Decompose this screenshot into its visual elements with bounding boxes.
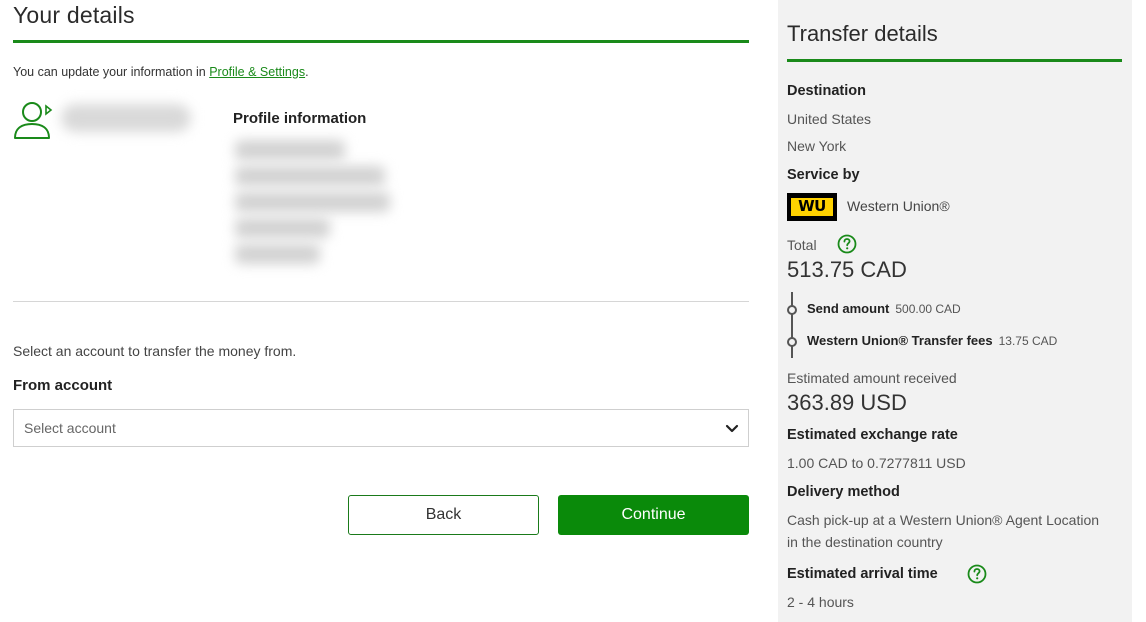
destination-label: Destination — [787, 83, 866, 99]
profile-info-redacted-1 — [235, 140, 345, 160]
profile-settings-link[interactable]: Profile & Settings — [209, 65, 305, 79]
service-name: Western Union® — [847, 198, 950, 214]
arrival-time-value: 2 - 4 hours — [787, 594, 854, 610]
section-divider — [13, 301, 749, 302]
continue-button[interactable]: Continue — [558, 495, 749, 535]
received-amount: 363.89 USD — [787, 390, 907, 415]
profile-info-redacted-3 — [235, 192, 390, 212]
profile-info-redacted-4 — [235, 218, 330, 238]
help-icon[interactable] — [967, 564, 987, 584]
panel-title-underline — [787, 59, 1122, 62]
total-amount: 513.75 CAD — [787, 257, 907, 282]
chevron-down-icon — [725, 424, 739, 433]
user-icon — [14, 102, 53, 139]
send-amount-row: Send amount 500.00 CAD — [807, 301, 961, 316]
arrival-time-label: Estimated arrival time — [787, 566, 938, 582]
account-select-value: Select account — [24, 420, 116, 436]
total-label: Total — [787, 237, 817, 253]
from-account-label: From account — [13, 377, 113, 394]
timeline-node-send — [787, 305, 797, 315]
destination-country: United States — [787, 111, 872, 127]
delivery-method-line2: in the destination country — [787, 534, 943, 550]
fees-row: Western Union® Transfer fees 13.75 CAD — [807, 333, 1057, 348]
profile-info-redacted-2 — [235, 166, 385, 186]
service-label: Service by — [787, 167, 860, 183]
send-amount-value: 500.00 CAD — [895, 302, 961, 316]
account-select[interactable]: Select account — [13, 409, 749, 447]
transfer-details-panel: Transfer details Destination United Stat… — [778, 0, 1132, 622]
profile-info-redacted-5 — [235, 244, 320, 264]
delivery-method-line1: Cash pick-up at a Western Union® Agent L… — [787, 512, 1100, 528]
exchange-rate-value: 1.00 CAD to 0.7277811 USD — [787, 455, 966, 471]
western-union-logo-text: WU — [798, 197, 826, 215]
timeline-node-fees — [787, 337, 797, 347]
western-union-logo: WU — [787, 193, 837, 221]
account-prompt: Select an account to transfer the money … — [13, 343, 297, 359]
received-label: Estimated amount received — [787, 370, 957, 386]
fees-value: 13.75 CAD — [998, 334, 1058, 348]
delivery-method-label: Delivery method — [787, 484, 900, 500]
title-underline — [13, 40, 749, 43]
transfer-details-title: Transfer details — [787, 21, 938, 46]
back-button[interactable]: Back — [348, 495, 539, 535]
help-icon[interactable] — [837, 234, 857, 254]
destination-state: New York — [787, 138, 847, 154]
update-info-text: You can update your information in Profi… — [13, 65, 309, 79]
fee-timeline — [791, 292, 793, 358]
send-amount-label: Send amount — [807, 301, 890, 316]
user-name-redacted — [61, 104, 191, 132]
page-title: Your details — [13, 2, 135, 28]
profile-info-heading: Profile information — [233, 110, 367, 127]
details-section: Your details You can update your informa… — [13, 0, 749, 622]
fees-label: Western Union® Transfer fees — [807, 333, 993, 348]
exchange-rate-label: Estimated exchange rate — [787, 427, 958, 443]
